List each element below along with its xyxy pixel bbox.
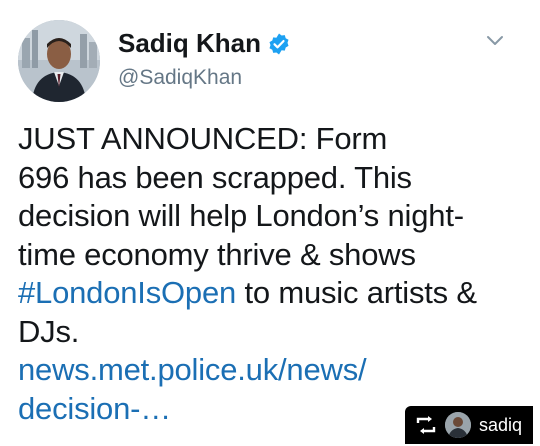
tweet-line: 696 has been scrapped. This <box>18 159 412 195</box>
tweet-line: decision will help London’s night- <box>18 198 464 233</box>
repost-badge: sadiq <box>405 406 533 444</box>
avatar-photo <box>18 20 100 102</box>
author-name[interactable]: Sadiq Khan <box>118 28 261 59</box>
author-avatar[interactable] <box>18 20 100 102</box>
repost-username: sadiq <box>479 414 523 435</box>
tweet-line: #LondonIsOpen to music artists & <box>18 274 528 313</box>
tweet-line: DJs. <box>18 313 80 349</box>
tweet-line-rest: to music artists & <box>236 275 477 310</box>
author-handle[interactable]: @SadiqKhan <box>118 66 242 90</box>
url-link[interactable]: news.met.police.uk/news/ <box>18 351 528 390</box>
tweet-line: JUST ANNOUNCED: Form <box>18 121 388 156</box>
repost-avatar <box>445 412 471 438</box>
repost-icon <box>415 415 437 435</box>
hashtag-link[interactable]: #LondonIsOpen <box>18 275 236 310</box>
verified-badge-icon <box>267 32 291 56</box>
author-name-row: Sadiq Khan <box>118 28 291 59</box>
chevron-down-icon[interactable] <box>482 32 508 50</box>
tweet-text: JUST ANNOUNCED: Form 696 has been scrapp… <box>18 120 528 428</box>
tweet-line: time economy thrive & shows <box>18 236 416 272</box>
